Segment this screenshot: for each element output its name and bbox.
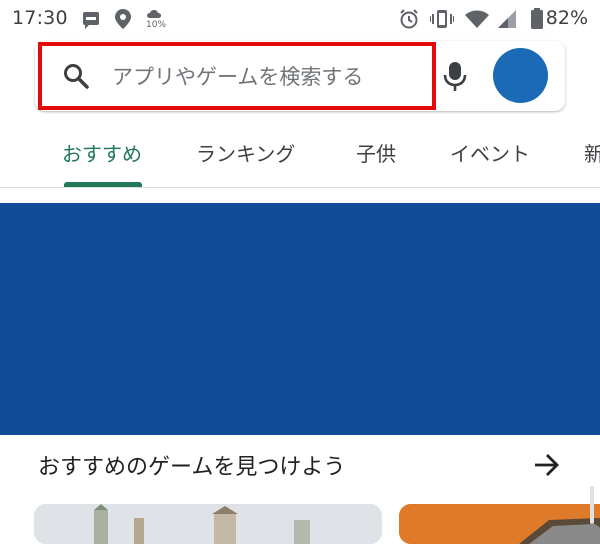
signal-icon xyxy=(498,10,516,28)
tab-recommended[interactable]: おすすめ xyxy=(62,138,142,167)
weather-icon xyxy=(147,10,161,18)
alarm-icon xyxy=(400,9,418,29)
game-card-image xyxy=(399,504,600,544)
status-time: 17:30 xyxy=(12,7,68,29)
game-card[interactable] xyxy=(399,504,600,544)
game-card-image xyxy=(34,504,382,544)
tab-new[interactable]: 新 xyxy=(584,138,600,167)
section-title: おすすめのゲームを見つけよう xyxy=(38,455,346,480)
battery-percentage: 82% xyxy=(545,7,588,29)
search-input[interactable] xyxy=(112,57,412,97)
search-icon[interactable] xyxy=(62,62,90,90)
tab-events[interactable]: イベント xyxy=(450,138,530,167)
promo-banner[interactable] xyxy=(0,203,600,435)
wifi-icon xyxy=(465,10,489,28)
microphone-icon[interactable] xyxy=(440,60,470,92)
category-tabs: おすすめ ランキング 子供 イベント 新 xyxy=(0,128,600,186)
avatar[interactable] xyxy=(493,48,548,103)
arrow-right-icon[interactable] xyxy=(532,452,562,478)
tab-kids[interactable]: 子供 xyxy=(356,138,396,167)
battery-icon xyxy=(531,8,543,29)
status-bar: 17:30 10% 82% xyxy=(0,0,600,38)
tab-ranking[interactable]: ランキング xyxy=(196,138,295,167)
app-notification-icon xyxy=(83,12,99,29)
scrollbar[interactable] xyxy=(590,486,594,524)
weather-percentage: 10% xyxy=(146,20,167,30)
vibrate-icon xyxy=(430,10,454,28)
location-pin-icon xyxy=(115,9,131,29)
game-card[interactable] xyxy=(34,504,382,544)
tabs-divider xyxy=(0,187,600,188)
